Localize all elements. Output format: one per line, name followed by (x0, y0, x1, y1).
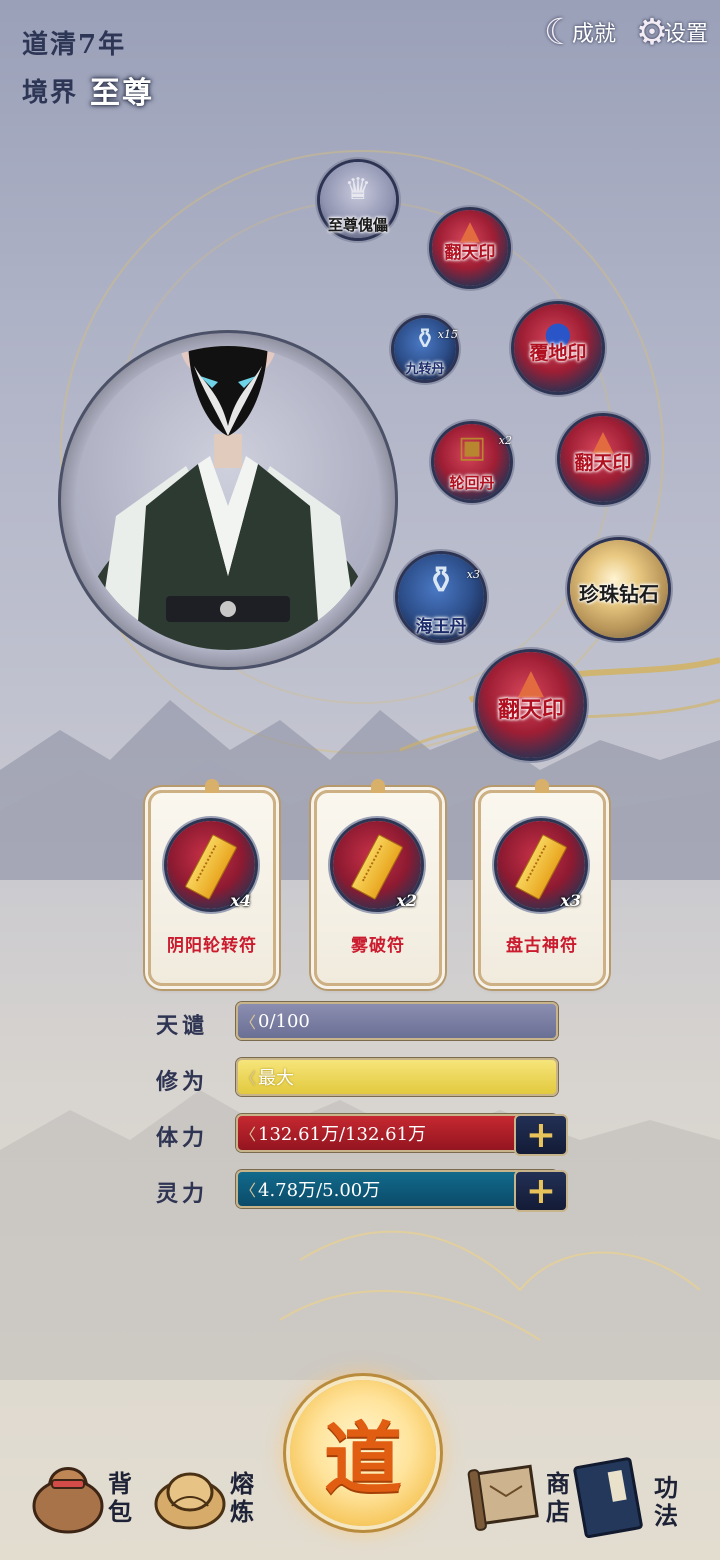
stat-label-tianqian: 天谴 (156, 1013, 209, 1039)
item-name: 轮回丹 (449, 474, 495, 492)
card-ornament (371, 779, 385, 793)
lotus-furnace-icon (154, 1472, 226, 1530)
skills-button[interactable]: 功法 (572, 1452, 692, 1542)
item-orb-6[interactable]: ⚱ x3 海王丹 (398, 554, 484, 640)
puppet-icon: ♛ (344, 172, 372, 207)
item-name: 覆地印 (529, 342, 587, 364)
item-orb-3[interactable]: ● 覆地印 (514, 304, 602, 392)
stat-label-tili: 体力 (156, 1125, 209, 1151)
tianqian-bar: 0/100 (236, 1002, 558, 1040)
talisman-card-1[interactable]: x2 雾破符 (314, 779, 442, 986)
realm-value: 至尊 (90, 76, 155, 111)
item-name: 翻天印 (444, 243, 496, 263)
talisman-count: x4 (230, 891, 251, 910)
talisman-name: 阴阳轮转符 (167, 936, 257, 956)
talisman-name: 盘古神符 (506, 936, 578, 956)
skills-label: 功法 (654, 1473, 678, 1530)
item-orb-0[interactable]: ♛ 至尊傀儡 (320, 162, 396, 238)
card-ornament (205, 779, 219, 793)
bag-button[interactable]: 背包 (30, 1450, 140, 1540)
lingli-add-button[interactable]: + (514, 1170, 568, 1212)
item-count: x15 (437, 328, 458, 341)
item-orb-1[interactable]: ▲ 翻天印 (432, 210, 508, 286)
tili-add-button[interactable]: + (514, 1114, 568, 1156)
talisman-card-0[interactable]: x4 阴阳轮转符 (148, 779, 276, 986)
shop-label: 商店 (546, 1469, 570, 1526)
item-orb-7[interactable]: 珍珠钻石 (570, 540, 668, 638)
card-ornament (535, 779, 549, 793)
item-count: x3 (466, 568, 480, 581)
bag-icon (32, 1467, 104, 1534)
talisman-name: 雾破符 (351, 936, 405, 956)
talisman-card-2[interactable]: x3 盘古神符 (478, 779, 606, 986)
achievements-label: 成就 (572, 22, 617, 47)
item-name: 翻天印 (574, 452, 632, 474)
lingli-bar: 4.78万/5.00万 (236, 1170, 558, 1208)
character-portrait[interactable] (76, 346, 380, 650)
item-name: 至尊傀儡 (327, 216, 388, 234)
book-icon (573, 1457, 643, 1538)
xiuwei-value: 最大 (258, 1068, 294, 1089)
item-name: 翻天印 (497, 697, 564, 723)
xiuwei-bar: 最大 (236, 1058, 558, 1096)
bag-label: 背包 (108, 1469, 132, 1526)
item-name: 海王丹 (415, 617, 467, 637)
shop-button[interactable]: 商店 (466, 1456, 576, 1546)
settings-button[interactable]: ⚙ 设置 (632, 12, 709, 53)
tianqian-value: 0/100 (258, 1010, 310, 1032)
smelt-label: 熔炼 (230, 1469, 254, 1526)
settings-label: 设置 (664, 22, 709, 47)
scroll-map-icon (467, 1464, 539, 1531)
realm-label: 境界 (22, 77, 79, 108)
tili-value: 132.61万/132.61万 (258, 1124, 427, 1145)
lingli-value: 4.78万/5.00万 (258, 1180, 381, 1201)
plus-icon: + (525, 1114, 557, 1156)
item-name: 珍珠钻石 (579, 582, 659, 606)
mist-mountains-background (0, 1090, 720, 1380)
character-figure (78, 346, 378, 650)
realm-row: 境界 至尊 (22, 68, 154, 112)
smelt-button[interactable]: 熔炼 (150, 1450, 260, 1540)
dao-main-button[interactable]: 道 (290, 1380, 436, 1526)
item-orb-2[interactable]: ⚱ x15 九转丹 (394, 318, 458, 380)
stat-label-xiuwei: 修为 (156, 1069, 209, 1095)
item-orb-5[interactable]: ▲ 翻天印 (560, 416, 646, 502)
era-year: 道清7年 (22, 30, 127, 60)
item-orb-8[interactable]: ▲ 翻天印 (478, 652, 584, 758)
stat-label-lingli: 灵力 (156, 1181, 209, 1207)
achievements-button[interactable]: ☾ 成就 (540, 12, 617, 53)
item-orb-4[interactable]: ▣ x2 轮回丹 (434, 424, 512, 500)
talisman-count: x2 (396, 891, 417, 910)
dao-label: 道 (323, 1414, 402, 1505)
item-count: x2 (498, 434, 512, 447)
tili-bar: 132.61万/132.61万 (236, 1114, 558, 1152)
plus-icon: + (525, 1170, 557, 1212)
talisman-count: x3 (560, 891, 581, 910)
item-name: 九转丹 (405, 362, 445, 377)
